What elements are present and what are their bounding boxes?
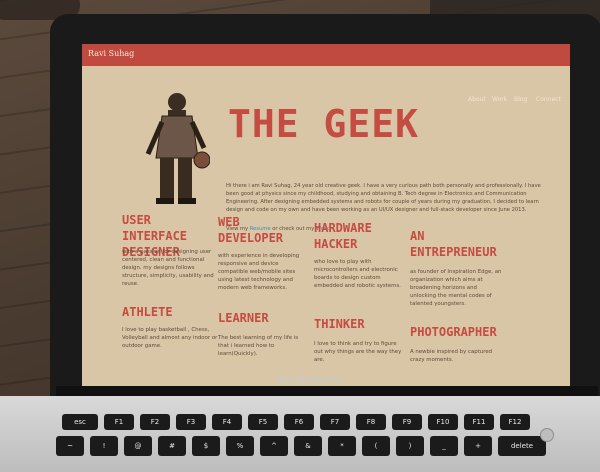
skill-title-photographer: PHOTOGRAPHER: [410, 325, 497, 339]
skill-title-learner: LEARNER: [218, 311, 269, 325]
skill-title-hardware-hacker: HARDWARE HACKER: [314, 221, 372, 251]
power-button[interactable]: [540, 428, 554, 442]
skill-title-entrepreneur: AN ENTREPRENEUR: [410, 229, 497, 259]
skill-desc-hardware-hacker: who love to play with microcontrollers a…: [314, 259, 401, 289]
key-0[interactable]: ): [396, 436, 424, 456]
key-f11[interactable]: F11: [464, 414, 494, 430]
avatar-illustration: [145, 93, 210, 204]
key-tilde[interactable]: ~: [56, 436, 84, 456]
key-f9[interactable]: F9: [392, 414, 422, 430]
skill-desc-athlete: I love to play basketball , Chess, Volle…: [122, 327, 218, 349]
page-title: THE GEEK: [228, 102, 420, 146]
key-5[interactable]: %: [226, 436, 254, 456]
key-minus[interactable]: _: [430, 436, 458, 456]
key-delete[interactable]: delete: [498, 436, 546, 456]
intro-paragraph: Hi there i am Ravi Suhag, 24 year old cr…: [226, 183, 541, 213]
skill-desc-thinker: I love to think and try to figure out wh…: [314, 341, 402, 363]
key-f12[interactable]: F12: [500, 414, 530, 430]
laptop-model-label: MacBook Pro: [277, 374, 344, 386]
skill-desc-photographer: A newbie inspired by captured crazy mome…: [410, 349, 493, 363]
site-brand[interactable]: Ravi Suhag: [88, 49, 134, 58]
skill-title-athlete: ATHLETE: [122, 305, 173, 319]
key-f3[interactable]: F3: [176, 414, 206, 430]
skill-desc-web-developer: with experience in developing responsive…: [218, 253, 300, 291]
key-esc[interactable]: esc: [62, 414, 98, 430]
key-9[interactable]: (: [362, 436, 390, 456]
key-f2[interactable]: F2: [140, 414, 170, 430]
key-f6[interactable]: F6: [284, 414, 314, 430]
key-2[interactable]: @: [124, 436, 152, 456]
key-f4[interactable]: F4: [212, 414, 242, 430]
key-1[interactable]: !: [90, 436, 118, 456]
key-3[interactable]: #: [158, 436, 186, 456]
site-navbar: Ravi Suhag: [82, 44, 570, 66]
key-4[interactable]: $: [192, 436, 220, 456]
skill-desc-ui-designer: with a passion for designing user center…: [122, 249, 214, 287]
nav-connect[interactable]: Connect: [536, 96, 561, 103]
key-plus[interactable]: +: [464, 436, 492, 456]
key-f5[interactable]: F5: [248, 414, 278, 430]
website-screen: Ravi Suhag About Work Blog Connect THE G…: [82, 44, 570, 388]
nav-about[interactable]: About: [468, 96, 486, 103]
skill-title-web-developer: WEB DEVELOPER: [218, 215, 284, 245]
key-f1[interactable]: F1: [104, 414, 134, 430]
laptop-keyboard-base: [0, 396, 600, 472]
skill-desc-entrepreneur: as founder of Inspiration Edge, an organ…: [410, 269, 502, 307]
key-f10[interactable]: F10: [428, 414, 458, 430]
key-f8[interactable]: F8: [356, 414, 386, 430]
key-7[interactable]: &: [294, 436, 322, 456]
nav-work[interactable]: Work: [492, 96, 507, 103]
key-8[interactable]: *: [328, 436, 356, 456]
skill-title-thinker: THINKER: [314, 317, 365, 331]
nav-blog[interactable]: Blog: [514, 96, 527, 103]
key-6[interactable]: ^: [260, 436, 288, 456]
key-f7[interactable]: F7: [320, 414, 350, 430]
skill-desc-learner: The best learning of my life is that i l…: [218, 335, 299, 357]
